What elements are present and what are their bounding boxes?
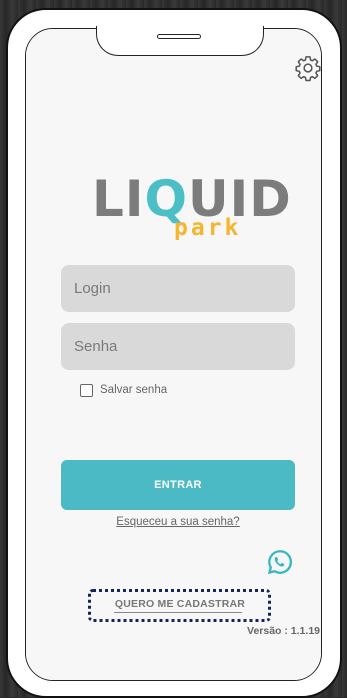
gear-icon[interactable] xyxy=(294,54,322,82)
phone-notch xyxy=(96,26,264,56)
liquid-park-logo: LIQUID park xyxy=(92,172,291,250)
register-link[interactable]: QUERO ME CADASTRAR xyxy=(104,598,256,610)
password-input[interactable] xyxy=(61,323,295,370)
enter-button[interactable]: ENTRAR xyxy=(61,460,295,510)
login-input[interactable] xyxy=(61,265,295,312)
version-label: Versão : 1.1.19 xyxy=(247,625,320,637)
whatsapp-icon[interactable] xyxy=(266,548,294,576)
register-underline xyxy=(114,612,242,613)
forgot-password-link[interactable]: Esqueceu a sua senha? xyxy=(61,516,295,528)
save-password-checkbox[interactable] xyxy=(80,383,93,397)
speaker-slot xyxy=(157,34,201,39)
save-password-toggle[interactable]: Salvar senha xyxy=(80,382,167,398)
save-password-label: Salvar senha xyxy=(100,384,168,396)
logo-subtitle: park xyxy=(174,215,242,241)
notch-cover xyxy=(97,24,263,30)
